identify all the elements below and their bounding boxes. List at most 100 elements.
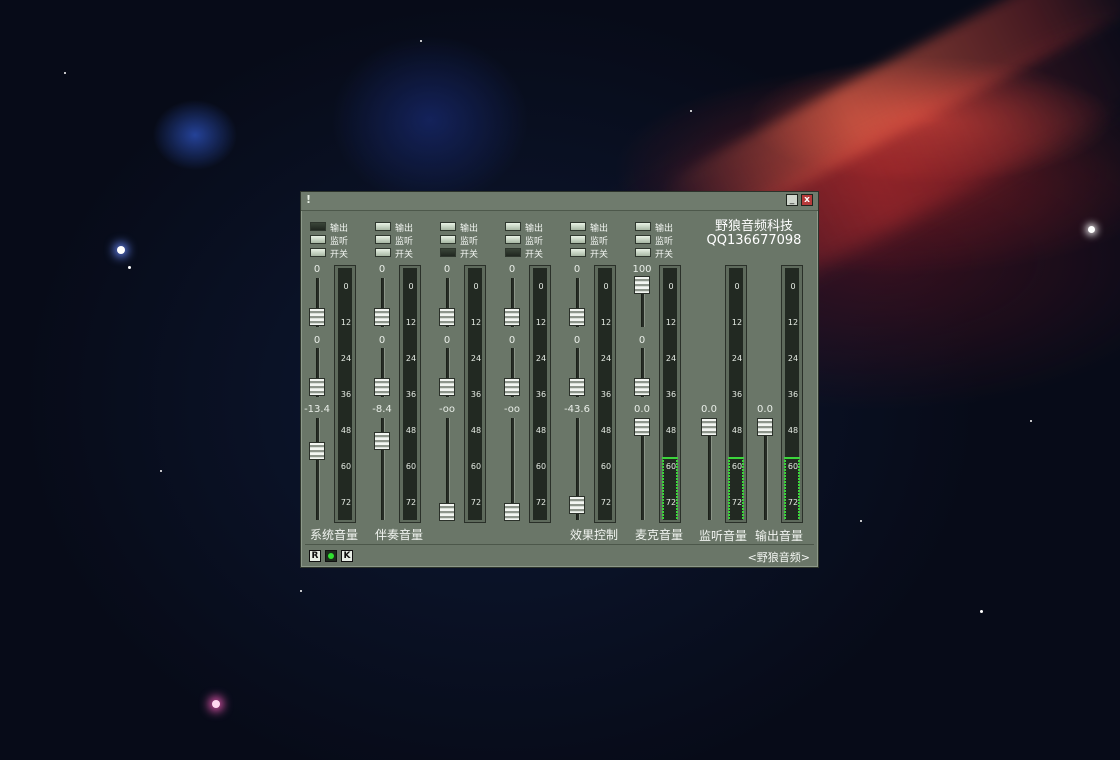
fader-knob[interactable] [309, 442, 325, 460]
channel-label: 伴奏音量 [375, 528, 424, 542]
brand-contact: QQ136677098 [706, 233, 802, 248]
fader-knob[interactable] [634, 378, 650, 396]
fader-knob[interactable] [634, 418, 650, 436]
toggle-label: 开关 [395, 250, 414, 260]
meter-tick: 72 [535, 498, 547, 507]
meter-tick: 24 [787, 354, 799, 363]
toggle-led-icon[interactable] [505, 248, 521, 257]
fader-value: 0 [443, 264, 451, 275]
fader-knob[interactable] [569, 496, 585, 514]
toggle-led-icon[interactable] [375, 248, 391, 257]
fader-knob[interactable] [439, 308, 455, 326]
meter-tick: 0 [734, 282, 740, 291]
meter-tick: 12 [340, 318, 352, 327]
toggle-label: 监听 [330, 237, 349, 247]
fader-knob[interactable] [757, 418, 773, 436]
meter-level-peak [728, 457, 744, 459]
star [1030, 420, 1032, 422]
meter-tick: 12 [787, 318, 799, 327]
fader-knob[interactable] [701, 418, 717, 436]
fader-knob[interactable] [439, 378, 455, 396]
fader-knob[interactable] [569, 308, 585, 326]
star [212, 700, 220, 708]
star [690, 110, 692, 112]
level-meter: 0 12 24 36 48 60 72 [594, 265, 616, 523]
meter-tick: 72 [470, 498, 482, 507]
fader-knob[interactable] [504, 503, 520, 521]
channel-label: 监听音量 [699, 529, 748, 543]
meter-tick: 24 [470, 354, 482, 363]
meter-level-right [742, 457, 744, 520]
toggle-led-icon[interactable] [570, 248, 586, 257]
toggle-led-icon[interactable] [440, 235, 456, 244]
toggle-led-icon[interactable] [505, 235, 521, 244]
meter-tick: 36 [731, 390, 743, 399]
meter-tick: 36 [470, 390, 482, 399]
audio-mixer-window: ! _ x 野狼音频科技 QQ136677098 输出 监听 开关 0 0 -13.4 0 1… [300, 191, 819, 568]
fader-value: 0 [573, 335, 581, 346]
fader-knob[interactable] [634, 276, 650, 294]
toggle-led-icon[interactable] [440, 222, 456, 231]
fader-knob[interactable] [374, 432, 390, 450]
toggle-led-icon[interactable] [570, 235, 586, 244]
toggle-led-icon[interactable] [310, 248, 326, 257]
meter-tick: 48 [600, 426, 612, 435]
fader-knob[interactable] [374, 308, 390, 326]
toggle-led-icon[interactable] [310, 235, 326, 244]
karaoke-button[interactable]: K [341, 550, 353, 562]
fader-knob[interactable] [309, 308, 325, 326]
meter-level-left [728, 457, 730, 520]
fader-value: 0 [313, 264, 321, 275]
fader-knob[interactable] [439, 503, 455, 521]
meter-tick: 60 [340, 462, 352, 471]
toggle-led-icon[interactable] [505, 222, 521, 231]
brand-text: 野狼音频科技 QQ136677098 [704, 220, 804, 248]
channel-label: 效果控制 [570, 528, 619, 542]
close-button[interactable]: x [801, 194, 813, 206]
meter-tick: 48 [731, 426, 743, 435]
fader-value: 0.0 [757, 404, 773, 415]
toggle-led-icon[interactable] [635, 235, 651, 244]
fader-knob[interactable] [569, 378, 585, 396]
toggle-label: 输出 [590, 224, 609, 234]
fader-value: 0 [443, 335, 451, 346]
fader-value: 0 [313, 335, 321, 346]
title-bar[interactable]: ! _ x [301, 192, 818, 211]
fader-value: -13.4 [304, 404, 330, 415]
fader-value: 0.0 [701, 404, 717, 415]
meter-tick: 36 [535, 390, 547, 399]
meter-level-peak [662, 457, 678, 459]
fader-knob[interactable] [504, 378, 520, 396]
toggle-led-icon[interactable] [375, 222, 391, 231]
toggle-label: 开关 [655, 250, 674, 260]
star [117, 246, 125, 254]
star [860, 520, 862, 522]
meter-tick: 48 [535, 426, 547, 435]
meter-tick: 0 [343, 282, 349, 291]
level-meter: 0 12 24 36 48 60 72 [529, 265, 551, 523]
toggle-led-icon[interactable] [635, 248, 651, 257]
toggle-label: 输出 [460, 224, 479, 234]
channel-label: 输出音量 [755, 529, 804, 543]
power-indicator-icon[interactable] [325, 550, 337, 562]
toggle-label: 开关 [330, 250, 349, 260]
fader-value: -oo [503, 404, 521, 415]
fader-value: 0 [378, 335, 386, 346]
meter-tick: 36 [405, 390, 417, 399]
fader-knob[interactable] [309, 378, 325, 396]
record-button[interactable]: R [309, 550, 321, 562]
toggle-led-icon[interactable] [635, 222, 651, 231]
toggle-led-icon[interactable] [570, 222, 586, 231]
toggle-led-icon[interactable] [310, 222, 326, 231]
fader-knob[interactable] [504, 308, 520, 326]
fader-track[interactable] [316, 418, 320, 520]
minimize-button[interactable]: _ [786, 194, 798, 206]
fader-knob[interactable] [374, 378, 390, 396]
meter-tick: 72 [600, 498, 612, 507]
star [128, 266, 131, 269]
toggle-led-icon[interactable] [375, 235, 391, 244]
meter-tick: 48 [340, 426, 352, 435]
meter-tick: 24 [405, 354, 417, 363]
meter-tick: 36 [340, 390, 352, 399]
toggle-led-icon[interactable] [440, 248, 456, 257]
